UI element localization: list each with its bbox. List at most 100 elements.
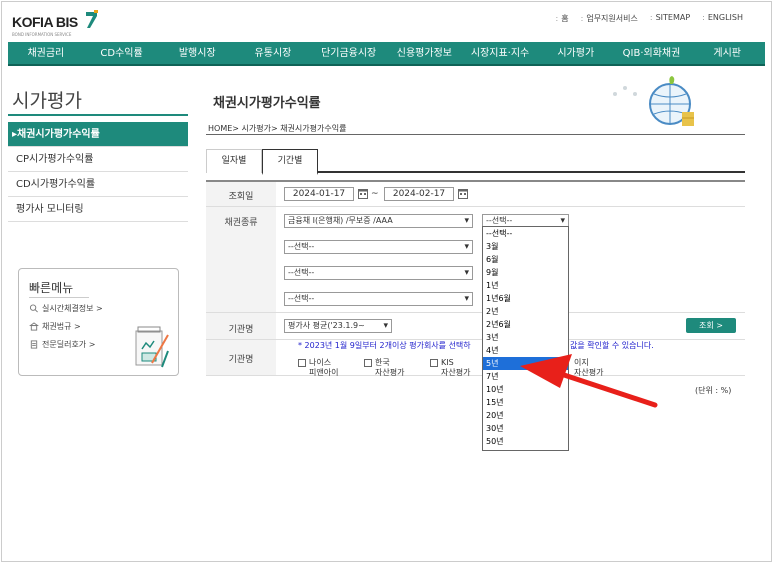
date-label: 조회일 [228,192,254,202]
checkbox-label-2: 자산평가 [574,368,604,377]
form-row-agency-2: 기관명 [206,340,745,376]
gnb-item[interactable]: 시장지표·지수 [462,42,538,64]
dropdown-option[interactable]: 30년 [483,422,568,435]
logo-text: KOFIA BIS [12,14,78,30]
checkbox-kis[interactable]: KIS 자산평가 [430,358,470,378]
date-from-input[interactable]: 2024-01-17 [284,187,354,201]
quick-menu-divider [29,297,89,298]
lnb-item-bond-yield[interactable]: ▸채권시가평가수익률 [8,122,188,147]
search-button[interactable]: 조회 > [686,318,736,333]
top-links: 홈 업무지원서비스 SITEMAP ENGLISH [556,13,743,24]
tab-daily[interactable]: 일자별 [206,149,262,173]
dropdown-option[interactable]: 2년6월 [483,318,568,331]
checkbox-box[interactable] [430,359,438,367]
quick-item-label: 전문딜러호가 > [42,340,96,349]
form-row-agency: 기관명 평가사 평균('23.1.9~ [206,313,745,340]
dropdown-option[interactable]: 1년6월 [483,292,568,305]
global-nav: 채권금리 CD수익률 발행시장 유통시장 단기금융시장 신용평가정보 시장지표·… [8,42,765,66]
dropdown-option[interactable]: 2년 [483,305,568,318]
checkbox-box[interactable] [364,359,372,367]
page-title: 채권시가평가수익률 [213,96,321,111]
dropdown-option-highlighted[interactable]: 5년 [483,357,568,370]
quick-item-label: 채권법규 > [42,322,81,331]
document-icon [30,340,38,349]
bond-type-select-2[interactable]: --선택-- [284,240,473,254]
gnb-item[interactable]: QIB·외화채권 [614,42,690,64]
bond-type-select-3[interactable]: --선택-- [284,266,473,280]
gnb-item[interactable]: 시가평가 [538,42,614,64]
form-row-bond: 채권종류 금융채 I(은행채) /무보증 /AAA --선택-- --선택-- … [206,207,745,313]
toplink-support[interactable]: 업무지원서비스 [581,13,638,24]
dropdown-option[interactable]: 9월 [483,266,568,279]
quick-item-dealer[interactable]: 전문딜러호가 > [29,339,95,350]
gnb-item[interactable]: 유통시장 [235,42,311,64]
bond-type-select[interactable]: 금융채 I(은행채) /무보증 /AAA [284,214,473,228]
notice-text-tail: 값을 확인할 수 있습니다. [570,341,654,350]
quick-item-realtime[interactable]: 실시간체결정보 > [29,303,103,314]
agency2-label: 기관명 [228,355,254,365]
calendar-icon[interactable] [358,188,368,199]
breadcrumb-divider [206,134,745,135]
dropdown-option[interactable]: 15년 [483,396,568,409]
toplink-sitemap[interactable]: SITEMAP [650,13,691,24]
checkbox-korea[interactable]: 한국 자산평가 [364,358,404,378]
dropdown-option[interactable]: 10년 [483,383,568,396]
form-label-cell: 조회일 [206,182,276,206]
dropdown-option[interactable]: 50년 [483,435,568,448]
checkbox-nice[interactable]: 나이스 피앤아이 [298,358,338,378]
maturity-dropdown-list: --선택-- 3월 6월 9월 1년 1년6월 2년 2년6월 3년 4년 5년… [482,226,569,451]
globe-illustration-icon [613,76,694,126]
toplink-home[interactable]: 홈 [556,13,568,24]
logo-mark-icon [86,10,98,28]
agency-select[interactable]: 평가사 평균('23.1.9~ [284,319,392,333]
lnb-item-monitoring[interactable]: 평가사 모니터링 [8,197,188,222]
agency-label: 기관명 [228,325,254,335]
lnb-item-label: 채권시가평가수익률 [17,129,100,140]
quick-item-label: 실시간체결정보 > [42,304,103,313]
dropdown-option[interactable]: 6월 [483,253,568,266]
gnb-item[interactable]: 게시판 [689,42,765,64]
quick-menu: 빠른메뉴 실시간체결정보 > 채권법규 > 전문딜러호가 > [18,268,179,376]
dropdown-option[interactable]: --선택-- [483,227,568,240]
quick-item-law[interactable]: 채권법규 > [29,321,81,332]
lnb-item-cp-yield[interactable]: CP시가평가수익률 [8,147,188,172]
logo-subtext: BOND INFORMATION SERVICE [12,32,72,37]
lnb-item-cd-yield[interactable]: CD시가평가수익률 [8,172,188,197]
calendar-icon[interactable] [458,188,468,199]
notice-text-main: * 2023년 1월 9일부터 2개이상 평가회사를 선택하 [298,341,471,350]
bond-type-select-4[interactable]: --선택-- [284,292,473,306]
form-row-date: 조회일 2024-01-17 ~ 2024-02-17 [206,182,745,207]
kofia-bis-logo[interactable]: KOFIA BIS BOND INFORMATION SERVICE [12,8,102,37]
dropdown-option[interactable]: 7년 [483,370,568,383]
tab-bar: 일자별 기간별 [206,149,745,175]
gnb-item[interactable]: 단기금융시장 [311,42,387,64]
building-icon [29,322,39,331]
dropdown-option[interactable]: 3월 [483,240,568,253]
dropdown-option[interactable]: 4년 [483,344,568,357]
checkbox-ez[interactable]: 이지 자산평가 [574,358,603,378]
dropdown-option[interactable]: 1년 [483,279,568,292]
date-separator: ~ [371,189,379,199]
gnb-item[interactable]: 채권금리 [8,42,84,64]
left-nav: ▸채권시가평가수익률 CP시가평가수익률 CD시가평가수익률 평가사 모니터링 [8,122,188,222]
checkbox-label-2: 피앤아이 [309,368,339,377]
gnb-item[interactable]: CD수익률 [84,42,160,64]
dropdown-option[interactable]: 20년 [483,409,568,422]
form-label-cell: 기관명 [206,340,276,375]
checkbox-label-2: 자산평가 [441,368,471,377]
date-to-input[interactable]: 2024-02-17 [384,187,454,201]
breadcrumb: HOME> 시가평가> 채권시가평가수익률 [208,124,347,133]
checkbox-label-1: 한국 [375,358,390,367]
tab-period[interactable]: 기간별 [262,149,318,175]
gnb-item[interactable]: 발행시장 [159,42,235,64]
form-label-cell: 기관명 [206,313,276,339]
dropdown-option[interactable]: 3년 [483,331,568,344]
gnb-item[interactable]: 신용평가정보 [387,42,463,64]
lnb-title: 시가평가 [12,90,82,112]
search-icon [29,304,38,313]
lnb-divider [8,114,188,116]
toplink-english[interactable]: ENGLISH [702,13,743,24]
checkbox-box[interactable] [298,359,306,367]
notice-text: * 2023년 1월 9일부터 2개이상 평가회사를 선택하 [298,340,471,351]
checkbox-label-1: KIS [441,358,454,367]
